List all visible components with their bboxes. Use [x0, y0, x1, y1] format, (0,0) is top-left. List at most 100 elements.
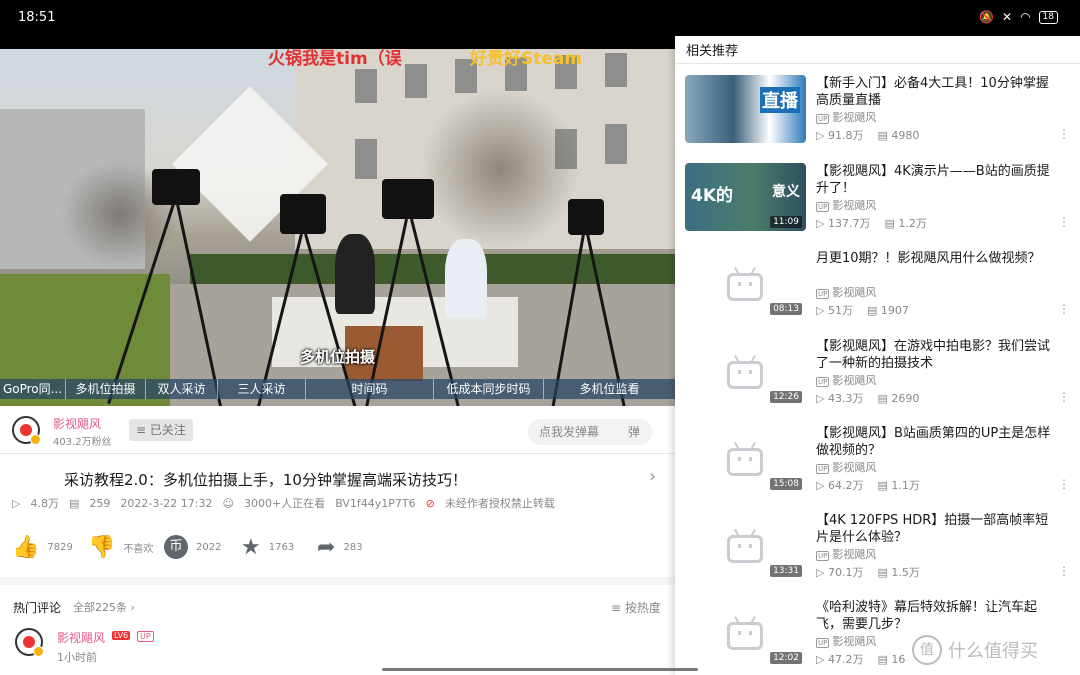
- verified-icon: [30, 434, 41, 445]
- section-divider: [0, 577, 675, 585]
- battery-indicator: 18: [1038, 10, 1058, 24]
- chapter-item[interactable]: 低成本同步时码: [434, 379, 544, 399]
- rec-views: 64.2万: [827, 479, 864, 492]
- video-title: 采访教程2.0：多机位拍摄上手，10分钟掌握高端采访技巧！: [64, 471, 467, 489]
- danmaku-count: 259: [89, 496, 111, 510]
- star-icon: ★: [241, 535, 261, 560]
- danmaku-comment: 好贵好Steam: [470, 49, 583, 69]
- share-button[interactable]: ➦ 283: [317, 535, 363, 560]
- rec-uploader: UP 影视飓风: [816, 374, 877, 387]
- watching-icon: ☺: [222, 496, 234, 510]
- video-meta: ▷ 4.8万 ▤ 259 2022-3-22 17:32 ☺ 3000+人正在看 BV…: [12, 495, 555, 511]
- duration-badge: 08:13: [770, 303, 802, 315]
- watching-count: 3000+人正在看: [243, 497, 326, 510]
- rec-views: 91.8万: [827, 129, 864, 142]
- recommendation-item[interactable]: 直播 【新手入门】必备4大工具！10分钟掌握高质量直播 UP 影视飓风 ▷ 91.…: [685, 75, 1070, 155]
- like-button[interactable]: 👍 7829: [12, 535, 73, 560]
- watermark-logo: 值: [912, 635, 942, 665]
- rec-up-name: 影视飓风: [832, 286, 877, 299]
- video-subtitle: 多机位拍摄: [299, 348, 375, 366]
- more-options-icon[interactable]: ⋮: [1058, 127, 1070, 141]
- more-options-icon[interactable]: ⋮: [1058, 564, 1070, 578]
- danmaku-toggle-icon[interactable]: 弹: [616, 419, 652, 445]
- publish-date: 2022-3-22 17:32: [120, 496, 213, 510]
- vibrate-icon: ✕: [1002, 10, 1013, 24]
- bilibili-tv-icon: [727, 622, 763, 650]
- thumbnail-text: 直播: [760, 87, 800, 113]
- verified-icon: [33, 646, 44, 657]
- mute-icon: 🔕: [979, 10, 994, 24]
- more-options-icon[interactable]: ⋮: [1058, 302, 1070, 316]
- more-options-icon[interactable]: ⋮: [1058, 390, 1070, 404]
- more-options-icon[interactable]: ⋮: [1058, 215, 1070, 229]
- recommendation-item[interactable]: 08:13 月更10期？！影视飓风用什么做视频？ UP 影视飓风 ▷ 51万 ▤ …: [685, 250, 1070, 330]
- video-player[interactable]: 多机位拍摄 GoPro同... 多机位拍摄 双人采访 三人采访 时间码 低成本同…: [0, 36, 675, 406]
- comment-time: 1小时前: [57, 651, 97, 664]
- comment-username[interactable]: 影视飓风: [57, 629, 105, 646]
- danmaku-count-icon: ▤: [68, 496, 80, 510]
- all-comments-link[interactable]: 全部225条 ›: [73, 599, 135, 615]
- rec-title: 月更10期？！影视飓风用什么做视频？: [816, 251, 1041, 266]
- rec-views: 51万: [827, 304, 853, 317]
- favorite-button[interactable]: ★ 1763: [241, 535, 294, 560]
- video-thumbnail[interactable]: 12:26: [685, 338, 806, 406]
- chapter-item[interactable]: GoPro同...: [0, 379, 66, 399]
- video-thumbnail[interactable]: 直播: [685, 75, 806, 143]
- view-count: 4.8万: [30, 497, 59, 510]
- rec-comments: 4980: [891, 129, 920, 142]
- chapter-item[interactable]: 多机位拍摄: [66, 379, 146, 399]
- status-icons: 🔕 ✕ ◠ 18: [979, 10, 1058, 24]
- rec-views: 43.3万: [827, 392, 864, 405]
- follow-button[interactable]: ≡ 已关注: [129, 419, 193, 441]
- chapter-item[interactable]: 双人采访: [146, 379, 218, 399]
- recommendation-item[interactable]: 12:26 【影视飓风】在游戏中拍电影？我们尝试了一种新的拍摄技术 UP 影视飓风…: [685, 338, 1070, 418]
- recommendation-item[interactable]: 15:08 【影视飓风】B站画质第四的UP主是怎样做视频的？ UP 影视飓风 ▷ …: [685, 425, 1070, 505]
- video-frame[interactable]: 多机位拍摄 GoPro同... 多机位拍摄 双人采访 三人采访 时间码 低成本同…: [0, 49, 675, 406]
- camera-3: [382, 179, 434, 219]
- chapter-bar: GoPro同... 多机位拍摄 双人采访 三人采访 时间码 低成本同步时码 多机…: [0, 379, 675, 399]
- more-options-icon[interactable]: ⋮: [1058, 477, 1070, 491]
- video-thumbnail[interactable]: 15:08: [685, 425, 806, 493]
- rec-up-name: 影视飓风: [832, 461, 877, 474]
- rec-views: 137.7万: [827, 217, 871, 230]
- video-thumbnail[interactable]: 12:02: [685, 599, 806, 667]
- coin-button[interactable]: 币 2022: [164, 535, 221, 559]
- interviewee-1: [335, 234, 375, 314]
- dislike-label: 不喜欢: [123, 544, 154, 555]
- camera-2: [280, 194, 326, 234]
- rec-uploader: UP 影视飓风: [816, 461, 877, 474]
- thumbnail-text: 意义: [772, 184, 800, 200]
- uploader-name[interactable]: 影视飓风: [53, 415, 101, 432]
- rec-views: 47.2万: [827, 653, 864, 666]
- thumbs-down-icon: 👎: [88, 535, 116, 560]
- rec-uploader: UP 影视飓风: [816, 286, 877, 299]
- chapter-item[interactable]: 时间码: [306, 379, 434, 399]
- sort-button[interactable]: ≡ 按热度: [611, 599, 661, 616]
- rec-stats: ▷ 91.8万 ▤ 4980: [816, 129, 920, 142]
- thumbnail-text: 4K的: [691, 186, 734, 206]
- status-bar: 18:51 🔕 ✕ ◠ 18: [0, 0, 1080, 36]
- hot-comments-header: 热门评论: [13, 601, 62, 615]
- bilibili-tv-icon: [727, 273, 763, 301]
- chapter-item[interactable]: 三人采访: [218, 379, 306, 399]
- rec-title: 【影视飓风】4K演示片——B站的画质提升了！: [816, 164, 1050, 196]
- interviewee-2: [445, 239, 487, 319]
- recommendation-item[interactable]: 4K的 意义 11:09 【影视飓风】4K演示片——B站的画质提升了！ UP 影视…: [685, 163, 1070, 243]
- bilibili-tv-icon: [727, 361, 763, 389]
- chevron-right-icon[interactable]: ›: [649, 466, 656, 487]
- rec-uploader: UP 影视飓风: [816, 111, 877, 124]
- tree: [420, 89, 580, 249]
- home-indicator[interactable]: [382, 668, 698, 671]
- watermark: 值 什么值得买: [912, 635, 1038, 665]
- recommendation-item[interactable]: 13:31 【4K 120FPS HDR】拍摄一部高帧率短片是什么体验？ UP 影…: [685, 512, 1070, 592]
- video-thumbnail[interactable]: 08:13: [685, 250, 806, 318]
- dislike-button[interactable]: 👎 不喜欢: [88, 535, 153, 560]
- rec-stats: ▷ 137.7万 ▤ 1.2万: [816, 217, 927, 230]
- video-thumbnail[interactable]: 4K的 意义 11:09: [685, 163, 806, 231]
- video-thumbnail[interactable]: 13:31: [685, 512, 806, 580]
- rec-up-name: 影视飓风: [832, 199, 877, 212]
- chapter-item[interactable]: 多机位监看: [544, 379, 675, 399]
- rec-stats: ▷ 47.2万 ▤ 16: [816, 653, 906, 666]
- sort-label: 按热度: [624, 601, 661, 615]
- no-repost-icon: ⊘: [425, 496, 435, 510]
